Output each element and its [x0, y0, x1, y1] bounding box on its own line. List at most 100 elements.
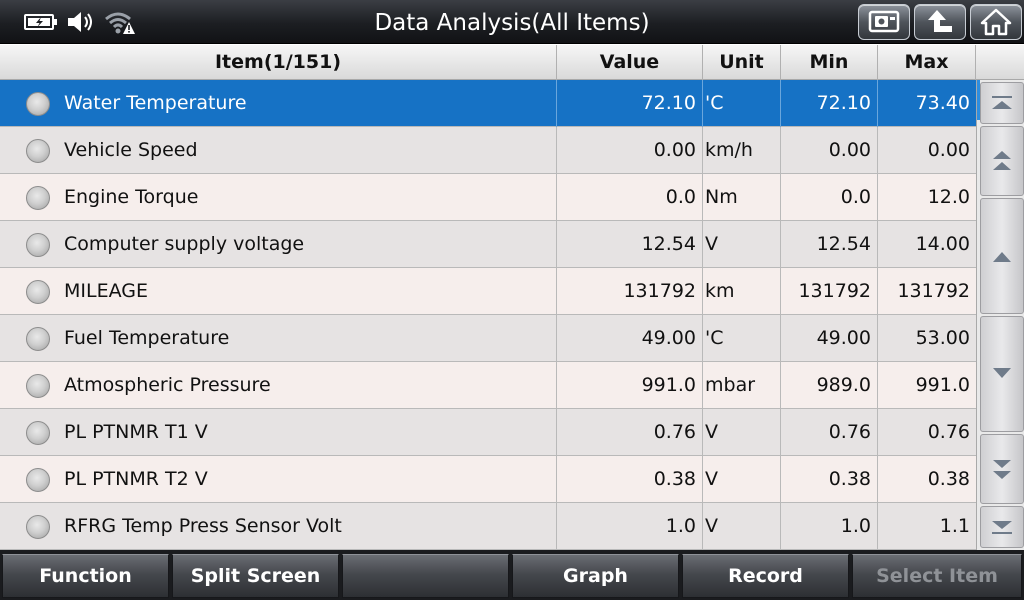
value-cell: 0.00	[557, 127, 703, 174]
max-cell: 0.00	[927, 139, 970, 161]
radio-button-icon[interactable]	[26, 374, 50, 398]
unit-cell: 'C	[703, 315, 781, 362]
home-button[interactable]	[970, 4, 1022, 40]
item-name: RFRG Temp Press Sensor Volt	[64, 515, 342, 537]
value-cell: 1.0	[557, 503, 703, 550]
max-cell: 14.00	[915, 233, 970, 255]
item-name: Fuel Temperature	[64, 327, 230, 349]
split-screen-button[interactable]: Split Screen	[172, 554, 339, 598]
value-cell: 12.54	[557, 221, 703, 268]
scroll-panel	[976, 80, 1024, 550]
line-down-button[interactable]	[980, 316, 1024, 432]
min-cell: 989.0	[781, 362, 878, 409]
graph-button[interactable]: Graph	[512, 554, 679, 598]
radio-button-icon[interactable]	[26, 186, 50, 210]
record-button[interactable]: Record	[682, 554, 849, 598]
value-cell: 72.10	[557, 80, 703, 127]
radio-button-icon[interactable]	[26, 421, 50, 445]
line-up-icon	[993, 252, 1011, 262]
value-cell: 0.0	[557, 174, 703, 221]
table-row[interactable]: RFRG Temp Press Sensor Volt 1.0 V 1.0 1.…	[0, 503, 976, 550]
page-up-icon	[993, 151, 1011, 170]
max-cell: 53.00	[915, 327, 970, 349]
data-table-body[interactable]: Water Temperature 72.10 'C 72.10 73.40 V…	[0, 80, 976, 550]
radio-button-icon[interactable]	[26, 233, 50, 257]
empty-button	[342, 554, 509, 598]
back-arrow-icon	[928, 10, 952, 32]
item-name: MILEAGE	[64, 280, 148, 302]
min-cell: 0.38	[781, 456, 878, 503]
table-row[interactable]: Fuel Temperature 49.00 'C 49.00 53.00	[0, 315, 976, 362]
item-name: Atmospheric Pressure	[64, 374, 271, 396]
column-header-unit[interactable]: Unit	[703, 45, 781, 80]
unit-cell: km/h	[703, 127, 781, 174]
radio-button-icon[interactable]	[26, 92, 50, 116]
table-row[interactable]: Vehicle Speed 0.00 km/h 0.00 0.00	[0, 127, 976, 174]
value-cell: 0.76	[557, 409, 703, 456]
table-row[interactable]: Water Temperature 72.10 'C 72.10 73.40	[0, 80, 976, 127]
max-cell: 131792	[897, 280, 970, 302]
item-name: Computer supply voltage	[64, 233, 305, 255]
item-name: Water Temperature	[64, 92, 247, 114]
title-bar: Data Analysis(All Items)	[0, 0, 1024, 44]
radio-button-icon[interactable]	[26, 139, 50, 163]
radio-button-icon[interactable]	[26, 280, 50, 304]
max-cell: 12.0	[927, 186, 970, 208]
column-header-max[interactable]: Max	[878, 45, 976, 80]
table-row[interactable]: PL PTNMR T2 V 0.38 V 0.38 0.38	[0, 456, 976, 503]
min-cell: 0.00	[781, 127, 878, 174]
item-name: PL PTNMR T2 V	[64, 468, 208, 490]
radio-button-icon[interactable]	[26, 327, 50, 351]
max-cell: 73.40	[915, 92, 970, 114]
item-name: Engine Torque	[64, 186, 199, 208]
status-icons	[24, 8, 136, 36]
item-name: PL PTNMR T1 V	[64, 421, 208, 443]
page-title: Data Analysis(All Items)	[374, 10, 650, 36]
radio-button-icon[interactable]	[26, 515, 50, 539]
min-cell: 0.0	[781, 174, 878, 221]
max-cell: 1.1	[939, 515, 970, 537]
item-name: Vehicle Speed	[64, 139, 198, 161]
scroll-bottom-button[interactable]	[980, 506, 1024, 548]
max-cell: 991.0	[915, 374, 970, 396]
min-cell: 131792	[781, 268, 878, 315]
max-cell: 0.76	[927, 421, 970, 443]
column-header-min[interactable]: Min	[781, 45, 878, 80]
column-header-value[interactable]: Value	[557, 45, 703, 80]
table-row[interactable]: Engine Torque 0.0 Nm 0.0 12.0	[0, 174, 976, 221]
unit-cell: V	[703, 503, 781, 550]
line-down-icon	[993, 368, 1011, 378]
unit-cell: Nm	[703, 174, 781, 221]
camera-screen-icon	[868, 10, 900, 33]
unit-cell: V	[703, 221, 781, 268]
value-cell: 49.00	[557, 315, 703, 362]
unit-cell: V	[703, 409, 781, 456]
table-row[interactable]: Computer supply voltage 12.54 V 12.54 14…	[0, 221, 976, 268]
table-row[interactable]: Atmospheric Pressure 991.0 mbar 989.0 99…	[0, 362, 976, 409]
function-button[interactable]: Function	[2, 554, 169, 598]
max-cell: 0.38	[927, 468, 970, 490]
value-cell: 0.38	[557, 456, 703, 503]
unit-cell: mbar	[703, 362, 781, 409]
value-cell: 991.0	[557, 362, 703, 409]
speaker-icon	[68, 12, 92, 32]
scroll-top-icon	[992, 96, 1012, 109]
bottom-toolbar: Function Split Screen Graph Record Selec…	[0, 550, 1024, 600]
line-up-button[interactable]	[980, 198, 1024, 314]
radio-button-icon[interactable]	[26, 468, 50, 492]
min-cell: 1.0	[781, 503, 878, 550]
scroll-top-button[interactable]	[980, 82, 1024, 124]
battery-charging-icon	[24, 14, 57, 30]
scroll-bottom-icon	[992, 521, 1012, 534]
select-item-button[interactable]: Select Item	[852, 554, 1022, 598]
table-row[interactable]: MILEAGE 131792 km 131792 131792	[0, 268, 976, 315]
screenshot-button[interactable]	[858, 4, 910, 40]
column-header-item[interactable]: Item(1/151)	[0, 45, 557, 80]
page-down-button[interactable]	[980, 434, 1024, 504]
min-cell: 72.10	[781, 80, 878, 127]
back-button[interactable]	[914, 4, 966, 40]
column-header-scroll	[976, 45, 1024, 80]
table-row[interactable]: PL PTNMR T1 V 0.76 V 0.76 0.76	[0, 409, 976, 456]
min-cell: 49.00	[781, 315, 878, 362]
page-up-button[interactable]	[980, 126, 1024, 196]
